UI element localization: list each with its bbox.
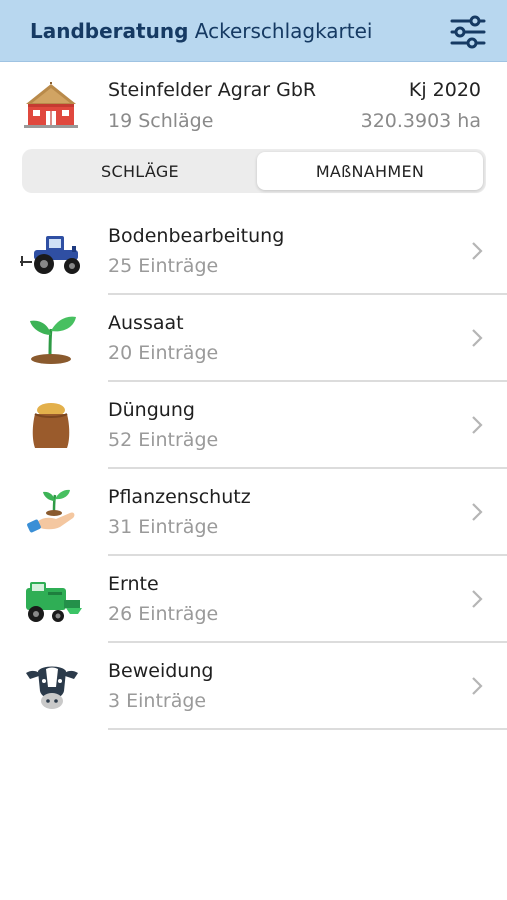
list-item-beweidung[interactable]: Beweidung 3 Einträge [0, 643, 507, 730]
list-item-count: 52 Einträge [108, 429, 219, 451]
list-item-count: 3 Einträge [108, 690, 207, 712]
chevron-right-icon [472, 590, 483, 608]
list-item-count: 31 Einträge [108, 516, 219, 538]
list-item-title: Düngung [108, 399, 195, 421]
cow-icon [26, 666, 78, 709]
list-item-pflanzenschutz[interactable]: Pflanzenschutz 31 Einträge [0, 469, 507, 556]
app-brand: Landberatung [30, 19, 189, 43]
list-item-title: Pflanzenschutz [108, 486, 251, 508]
list-item-title: Aussaat [108, 312, 184, 334]
chevron-right-icon [472, 416, 483, 434]
segmented-control: SCHLÄGE MAßNAHMEN [22, 149, 486, 193]
list-item-title: Ernte [108, 573, 159, 595]
combine-harvester-icon [26, 582, 82, 622]
tab-massnahmen[interactable]: MAßNAHMEN [257, 152, 483, 190]
list-item-title: Beweidung [108, 660, 214, 682]
farm-header [0, 62, 507, 148]
farm-area: 320.3903 ha [360, 110, 481, 132]
sliders-icon [450, 15, 486, 49]
plant-in-hand-icon [27, 489, 75, 533]
list-item-count: 20 Einträge [108, 342, 219, 364]
farm-name: Steinfelder Agrar GbR [108, 79, 317, 101]
crop-year: Kj 2020 [408, 79, 481, 101]
divider [108, 728, 507, 730]
tractor-icon [20, 236, 80, 274]
farm-barn-icon [24, 82, 78, 128]
list-item-aussaat[interactable]: Aussaat 20 Einträge [0, 295, 507, 382]
seedling-icon [30, 316, 76, 364]
app-bar: Landberatung Ackerschlagkartei [0, 0, 507, 62]
filter-button[interactable] [446, 12, 490, 52]
list-item-count: 25 Einträge [108, 255, 219, 277]
chevron-right-icon [472, 242, 483, 260]
farm-field-count: 19 Schläge [108, 110, 214, 132]
fertilizer-sack-icon [32, 403, 70, 448]
chevron-right-icon [472, 677, 483, 695]
list-item-bodenbearbeitung[interactable]: Bodenbearbeitung 25 Einträge [0, 208, 507, 295]
chevron-right-icon [472, 329, 483, 347]
tab-schlaege[interactable]: SCHLÄGE [25, 152, 255, 190]
list-item-count: 26 Einträge [108, 603, 219, 625]
app-title: Landberatung Ackerschlagkartei [30, 19, 372, 43]
list-item-duengung[interactable]: Düngung 52 Einträge [0, 382, 507, 469]
app-subtitle: Ackerschlagkartei [194, 19, 373, 43]
chevron-right-icon [472, 503, 483, 521]
list-item-ernte[interactable]: Ernte 26 Einträge [0, 556, 507, 643]
list-item-title: Bodenbearbeitung [108, 225, 285, 247]
